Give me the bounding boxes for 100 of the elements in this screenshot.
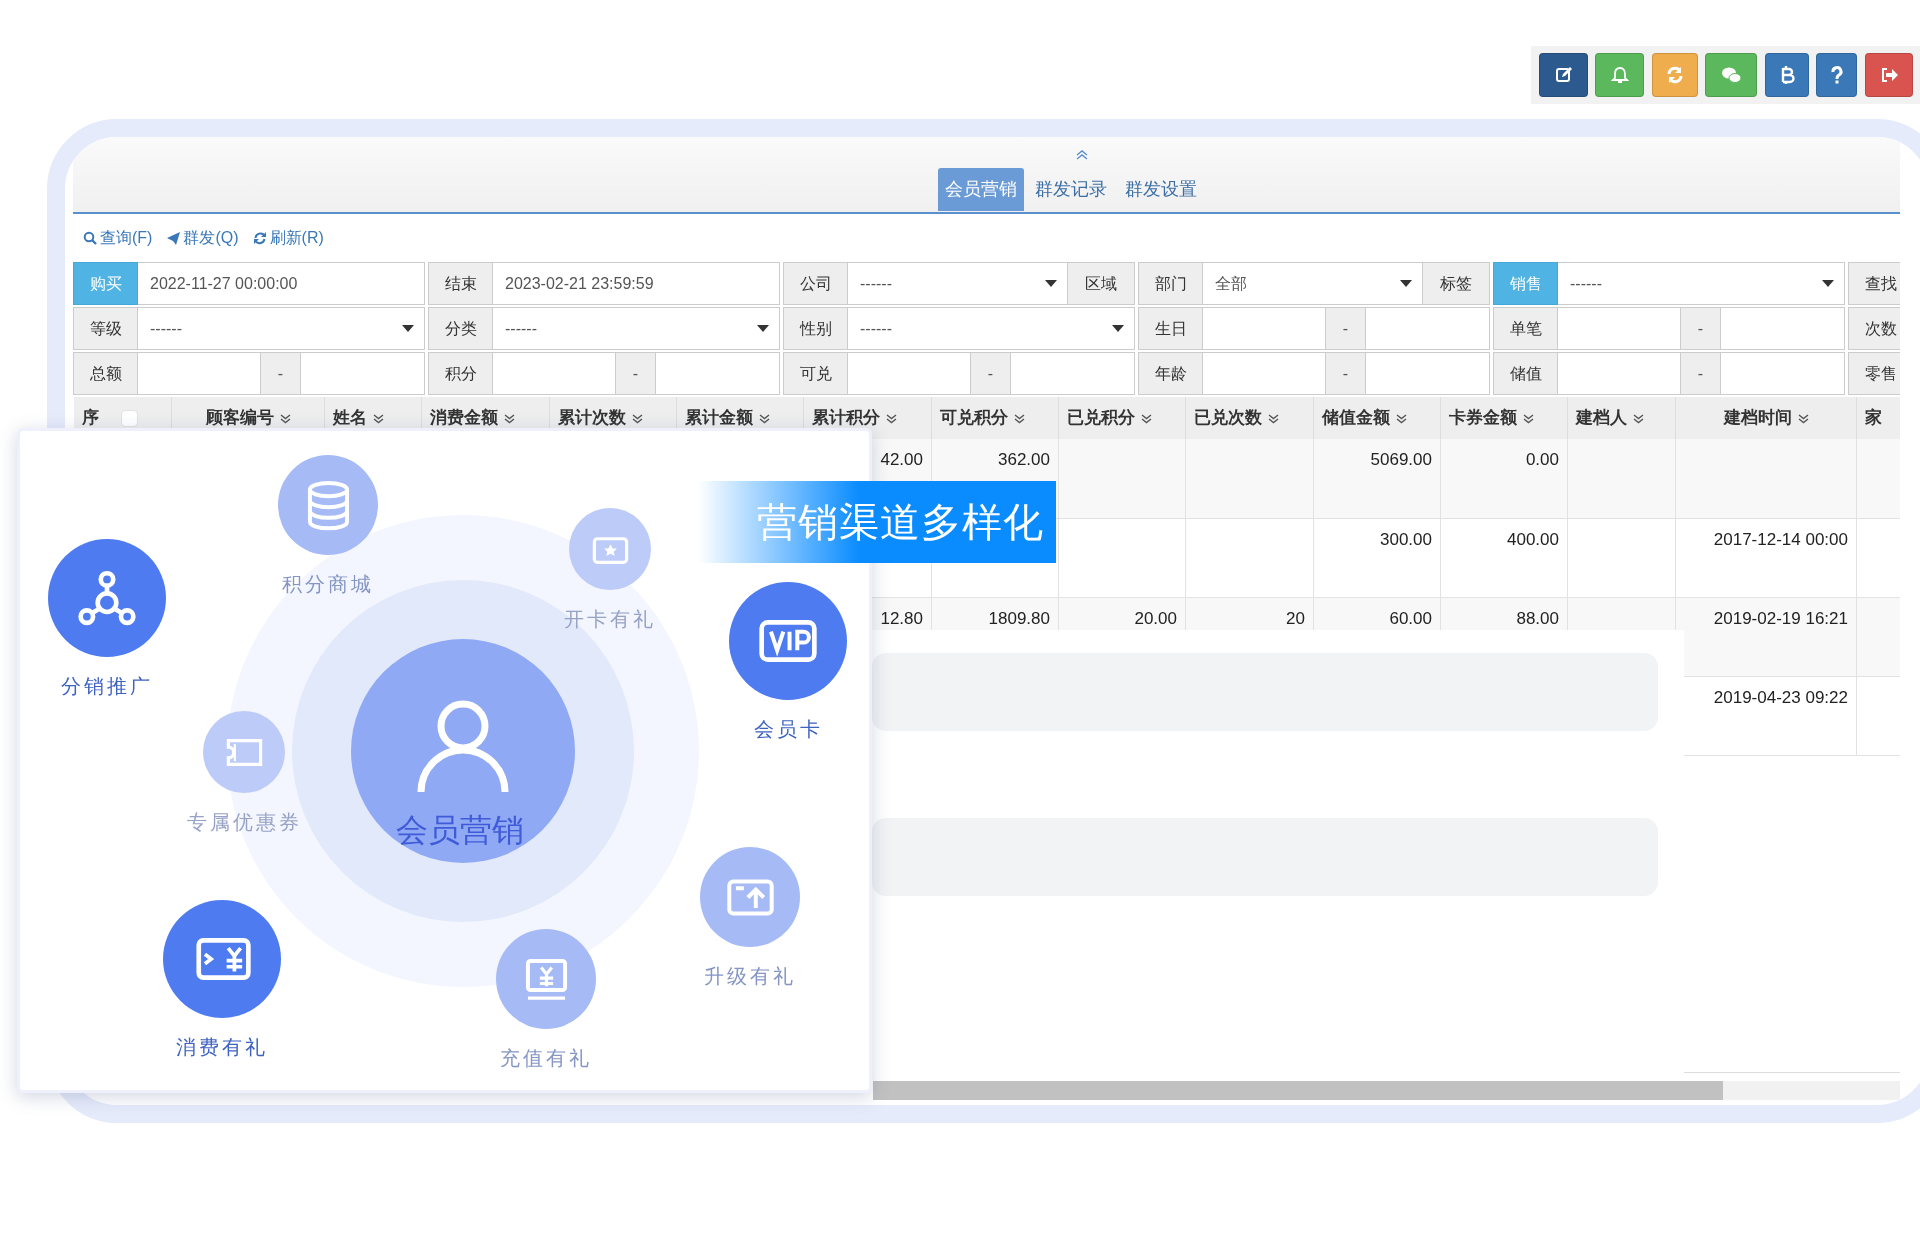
input-field[interactable] [493, 352, 616, 395]
table-cell: 0.00 [1525, 450, 1559, 469]
filter-label: 购买 [73, 262, 138, 305]
sort-icon[interactable] [1633, 412, 1644, 424]
select-all-checkbox[interactable] [120, 409, 138, 427]
select-field[interactable]: ------ [848, 262, 1068, 305]
table-cell: 2019-04-23 09:22 [1713, 687, 1848, 707]
filter-label: 销售 [1493, 262, 1558, 305]
table-cell: 362.00 [998, 450, 1050, 469]
table-cell: 20 [1286, 608, 1305, 628]
select-field[interactable]: ------ [138, 307, 425, 350]
filter-label: 次数 [1848, 307, 1900, 350]
bell-icon [1609, 65, 1630, 85]
channel-label: 会员卡 [752, 717, 824, 742]
chat-button[interactable] [1705, 53, 1757, 97]
sort-icon[interactable] [373, 412, 384, 424]
input-field[interactable] [1203, 352, 1326, 395]
column-header[interactable]: 序 [81, 405, 99, 431]
channel-label: 消费有礼 [175, 1035, 269, 1060]
sort-icon[interactable] [1268, 412, 1279, 424]
input-field[interactable]: 2023-02-21 23:59:59 [493, 262, 780, 305]
sort-icon[interactable] [504, 412, 515, 424]
input-field[interactable] [1721, 307, 1845, 350]
select-field[interactable]: ------ [1558, 262, 1845, 305]
input-field[interactable] [301, 352, 425, 395]
refresh-button[interactable] [1652, 53, 1698, 97]
sort-icon[interactable] [1396, 412, 1407, 424]
toolbar-link[interactable]: 刷新(R) [269, 226, 324, 250]
select-field[interactable]: ------ [848, 307, 1135, 350]
input-field[interactable] [138, 352, 261, 395]
sort-icon[interactable] [632, 412, 643, 424]
channel-label: 充值有礼 [499, 1046, 593, 1071]
filter-label: 总额 [73, 352, 138, 395]
tab[interactable]: 群发设置 [1118, 168, 1204, 211]
filter-label: 储值 [1493, 352, 1558, 395]
edit-button[interactable] [1539, 53, 1588, 97]
filter-label: 可兑 [783, 352, 848, 395]
input-field[interactable] [1366, 307, 1490, 350]
range-dash: - [1326, 307, 1366, 350]
input-field[interactable] [1366, 352, 1490, 395]
input-field[interactable] [1203, 307, 1326, 350]
sort-icon[interactable] [279, 412, 291, 424]
scrollbar-thumb[interactable] [873, 1081, 1723, 1100]
channel-label: 专属优惠券 [185, 810, 303, 835]
filter-label: 单笔 [1493, 307, 1558, 350]
channel-label: 开卡有礼 [563, 607, 657, 632]
promo-banner: 营销渠道多样化 [698, 481, 1056, 563]
table-cell: 5069.00 [1370, 450, 1432, 469]
paper-plane-icon [166, 231, 181, 245]
sort-icon[interactable] [1014, 412, 1025, 424]
logout-button[interactable] [1865, 53, 1913, 97]
filter-label: 公司 [783, 262, 848, 305]
sort-icon[interactable] [886, 412, 897, 424]
table-cell: 1809.80 [988, 608, 1050, 628]
sort-icon[interactable] [759, 412, 770, 424]
select-field[interactable]: ------ [493, 307, 780, 350]
filter-label: 零售 [1848, 352, 1900, 395]
caret-icon [402, 325, 414, 332]
collapse-icon[interactable] [1076, 150, 1088, 160]
refresh-icon [1665, 65, 1685, 85]
filter-label: 等级 [73, 307, 138, 350]
table-cell: 42.00 [880, 450, 923, 469]
table-cell: 2019-02-19 16:21 [1713, 608, 1848, 628]
input-field[interactable] [1721, 352, 1845, 395]
sort-icon[interactable] [1523, 412, 1534, 424]
range-dash: - [1326, 352, 1366, 395]
table-cell: 2017-12-14 00:00 [1713, 529, 1848, 549]
channel-label: 积分商城 [281, 572, 375, 597]
range-dash: - [616, 352, 656, 395]
input-field[interactable] [1011, 352, 1135, 395]
bell-button[interactable] [1595, 53, 1644, 97]
select-field[interactable]: 全部 [1203, 262, 1423, 305]
bitcoin-button[interactable] [1765, 53, 1809, 97]
filter-label: 区域 [1068, 262, 1135, 305]
channel-label: 分销推广 [60, 674, 154, 699]
sort-icon[interactable] [1797, 412, 1809, 424]
caret-icon [1112, 325, 1124, 332]
edit-icon [1553, 65, 1574, 85]
input-field[interactable]: 2022-11-27 00:00:00 [138, 262, 425, 305]
filter-label: 部门 [1138, 262, 1203, 305]
filter-label: 性别 [783, 307, 848, 350]
caret-icon [1045, 280, 1057, 287]
caret-icon [757, 325, 769, 332]
caret-icon [1400, 280, 1412, 287]
range-dash: - [1681, 307, 1721, 350]
tab[interactable]: 群发记录 [1028, 168, 1114, 211]
table-cell: 88.00 [1516, 608, 1559, 628]
input-field[interactable] [1558, 352, 1681, 395]
refresh-icon [252, 231, 267, 245]
filter-label: 年龄 [1138, 352, 1203, 395]
sort-icon[interactable] [1141, 412, 1152, 424]
filter-label: 结束 [428, 262, 493, 305]
toolbar-link[interactable]: 群发(Q) [183, 226, 239, 250]
input-field[interactable] [656, 352, 780, 395]
input-field[interactable] [848, 352, 971, 395]
search-icon [83, 231, 97, 245]
range-dash: - [261, 352, 301, 395]
input-field[interactable] [1558, 307, 1681, 350]
help-button[interactable] [1816, 53, 1857, 97]
toolbar-link[interactable]: 查询(F) [100, 226, 153, 250]
